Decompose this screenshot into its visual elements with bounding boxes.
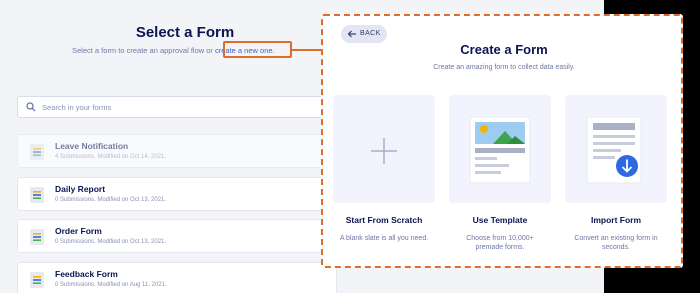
start-from-scratch-title: Start From Scratch [345, 215, 423, 225]
form-icon [30, 272, 44, 288]
start-from-scratch-card[interactable] [333, 95, 435, 203]
desc-line: Convert an existing form in [574, 235, 658, 242]
desc-line: premade forms. [475, 244, 525, 251]
modal-title: Create a Form [460, 42, 548, 57]
form-meta: 0 Submissions. Modified on Aug 11, 2021. [55, 282, 167, 288]
template-icon [469, 116, 531, 184]
import-form-card[interactable] [565, 95, 667, 203]
form-icon [30, 229, 44, 245]
form-icon [30, 187, 44, 203]
form-name: Feedback Form [55, 269, 118, 279]
form-item-daily-report[interactable]: Daily Report 0 Submissions. Modified on … [17, 177, 337, 211]
modal-subtitle: Create an amazing form to collect data e… [433, 64, 575, 71]
import-form-desc: Convert an existing form in seconds. [558, 234, 674, 252]
search-placeholder: Search in your forms [42, 103, 112, 112]
form-name: Leave Notification [55, 141, 129, 151]
desc-line: Choose from 10,000+ [466, 235, 534, 242]
plus-icon [371, 138, 397, 164]
form-name: Daily Report [55, 184, 106, 194]
back-label: BACK [360, 30, 381, 37]
start-from-scratch-desc: A blank slate is all you need. [326, 234, 442, 243]
import-icon [586, 116, 642, 184]
form-item-leave-notification[interactable]: Leave Notification 4 Submissions. Modifi… [17, 134, 337, 168]
page-title: Select a Form [135, 24, 235, 41]
subtitle-text: Select a form to create an approval flow… [72, 46, 213, 55]
desc-line: A blank slate is all you need. [339, 235, 429, 242]
form-meta: 4 Submissions. Modified on Oct 14, 2021. [55, 154, 167, 160]
search-icon [26, 102, 36, 112]
highlight-box [223, 41, 292, 58]
import-form-title: Import Form [590, 215, 642, 225]
form-icon [30, 144, 44, 160]
form-item-order-form[interactable]: Order Form 0 Submissions. Modified on Oc… [17, 219, 337, 253]
create-form-modal: BACK Create a Form Create an amazing for… [321, 14, 683, 268]
form-meta: 0 Submissions. Modified on Oct 13, 2021. [55, 197, 167, 203]
use-template-card[interactable] [449, 95, 551, 203]
arrow-left-icon [347, 30, 356, 38]
search-input[interactable]: Search in your forms [17, 96, 337, 118]
form-name: Order Form [55, 226, 102, 236]
form-item-feedback-form[interactable]: Feedback Form 0 Submissions. Modified on… [17, 262, 337, 293]
use-template-desc: Choose from 10,000+ premade forms. [442, 234, 558, 252]
back-button[interactable]: BACK [341, 25, 387, 43]
form-meta: 0 Submissions. Modified on Oct 13, 2021. [55, 239, 167, 245]
highlight-connector [292, 49, 322, 51]
desc-line: seconds. [601, 244, 631, 251]
use-template-title: Use Template [472, 215, 528, 225]
